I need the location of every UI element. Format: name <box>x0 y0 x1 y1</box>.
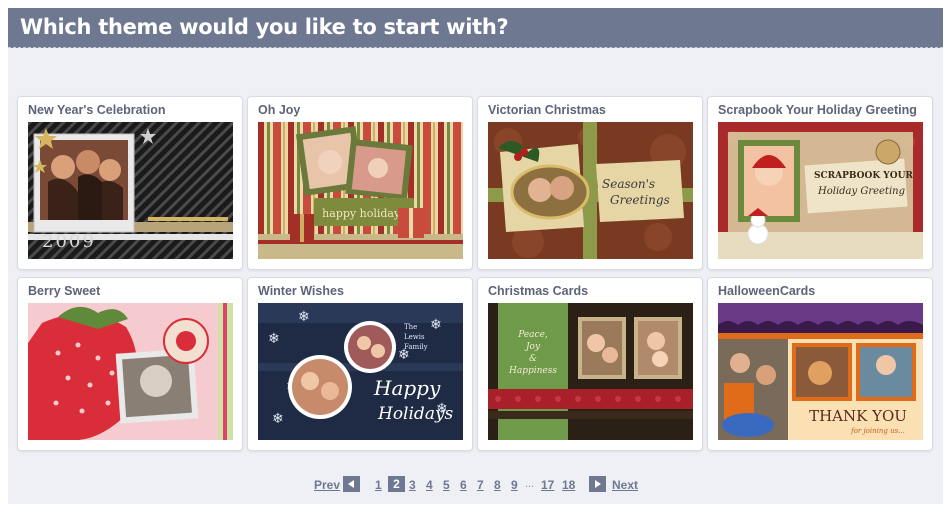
thumb-greetings-text: Greetings <box>610 193 670 207</box>
page-link-18[interactable]: 18 <box>562 478 575 492</box>
page-link-7[interactable]: 7 <box>477 478 484 492</box>
theme-thumbnail[interactable]: ❄❄❄❄❄❄❄ The Lewis Family Happy Holidays <box>258 303 463 440</box>
theme-title: Scrapbook Your Holiday Greeting <box>718 103 917 117</box>
theme-thumbnail[interactable]: SCRAPBOOK YOUR Holiday Greeting <box>718 122 923 259</box>
page-link-3[interactable]: 3 <box>409 478 416 492</box>
page-link-5[interactable]: 5 <box>443 478 450 492</box>
page-link-1[interactable]: 1 <box>375 478 382 492</box>
thumb-seasons-text: Season's <box>602 177 655 191</box>
caret-right-icon <box>595 480 601 488</box>
theme-title: Winter Wishes <box>258 284 344 298</box>
prev-arrow-button[interactable] <box>343 476 360 492</box>
theme-title: Oh Joy <box>258 103 301 117</box>
page-current: 2 <box>388 476 405 492</box>
next-arrow-button[interactable] <box>589 476 606 492</box>
page-link-4[interactable]: 4 <box>426 478 433 492</box>
theme-card-victorian-christmas[interactable]: Victorian Christmas Season's Greetings <box>477 96 703 270</box>
theme-card-christmas-cards[interactable]: Christmas Cards Peace, Joy & Happiness <box>477 277 703 451</box>
theme-thumbnail[interactable]: happy holidays <box>258 122 463 259</box>
thumb-amp-text: & <box>529 354 537 364</box>
page-link-6[interactable]: 6 <box>460 478 467 492</box>
page-link-17[interactable]: 17 <box>541 478 554 492</box>
theme-thumbnail[interactable]: Season's Greetings <box>488 122 693 259</box>
thumb-scrapbook-text: SCRAPBOOK YOUR <box>814 171 913 181</box>
theme-card-scrapbook-holiday-greeting[interactable]: Scrapbook Your Holiday Greeting SCRAPBOO… <box>707 96 933 270</box>
thumb-holidays-text: Holidays <box>377 404 454 424</box>
theme-card-new-years-celebration[interactable]: New Year's Celebration 2009 <box>17 96 243 270</box>
page-title: Which theme would you like to start with… <box>20 15 509 39</box>
thumb-for-joining-text: for joining us... <box>850 427 905 435</box>
theme-card-halloween-cards[interactable]: HalloweenCards THANK YOU for joining us.… <box>707 277 933 451</box>
theme-title: HalloweenCards <box>718 284 816 298</box>
svg-text:❄: ❄ <box>268 331 280 347</box>
pagination: Prev 1 2 3 4 5 6 7 8 9 ... 17 18 Next <box>0 476 949 494</box>
thumb-year-text: 2009 <box>42 231 96 252</box>
header-bar: Which theme would you like to start with… <box>8 8 943 48</box>
thumb-family-text: Family <box>404 343 428 351</box>
theme-title: Christmas Cards <box>488 284 589 298</box>
thumb-lewis-text: Lewis <box>404 333 425 341</box>
theme-title: Victorian Christmas <box>488 103 606 117</box>
theme-card-winter-wishes[interactable]: Winter Wishes ❄❄❄❄❄❄❄ The Lewis Family H… <box>247 277 473 451</box>
theme-thumbnail[interactable] <box>28 303 233 440</box>
thumb-joy-text: Joy <box>524 342 541 352</box>
svg-text:❄: ❄ <box>430 317 442 333</box>
theme-thumbnail[interactable]: Peace, Joy & Happiness <box>488 303 693 440</box>
thumb-happiness-text: Happiness <box>508 366 557 376</box>
svg-text:❄: ❄ <box>298 309 310 325</box>
thumb-holiday-greeting-text: Holiday Greeting <box>817 186 905 197</box>
theme-title: Berry Sweet <box>28 284 101 298</box>
prev-link[interactable]: Prev <box>314 478 340 492</box>
theme-thumbnail[interactable]: THANK YOU for joining us... <box>718 303 923 440</box>
pagination-ellipsis: ... <box>525 478 535 490</box>
svg-text:❄: ❄ <box>272 411 284 427</box>
page-link-8[interactable]: 8 <box>494 478 501 492</box>
theme-card-berry-sweet[interactable]: Berry Sweet <box>17 277 243 451</box>
thumb-the-text: The <box>404 323 417 331</box>
theme-thumbnail[interactable]: 2009 <box>28 122 233 259</box>
thumb-happy-holidays-text: happy holidays <box>322 207 406 220</box>
page-link-9[interactable]: 9 <box>511 478 518 492</box>
thumb-thank-you-text: THANK YOU <box>809 407 907 425</box>
caret-left-icon <box>348 480 354 488</box>
theme-title: New Year's Celebration <box>28 103 166 117</box>
theme-card-oh-joy[interactable]: Oh Joy happy holidays <box>247 96 473 270</box>
next-link[interactable]: Next <box>612 478 638 492</box>
thumb-happy-text: Happy <box>373 376 441 400</box>
thumb-peace-text: Peace, <box>517 330 548 340</box>
